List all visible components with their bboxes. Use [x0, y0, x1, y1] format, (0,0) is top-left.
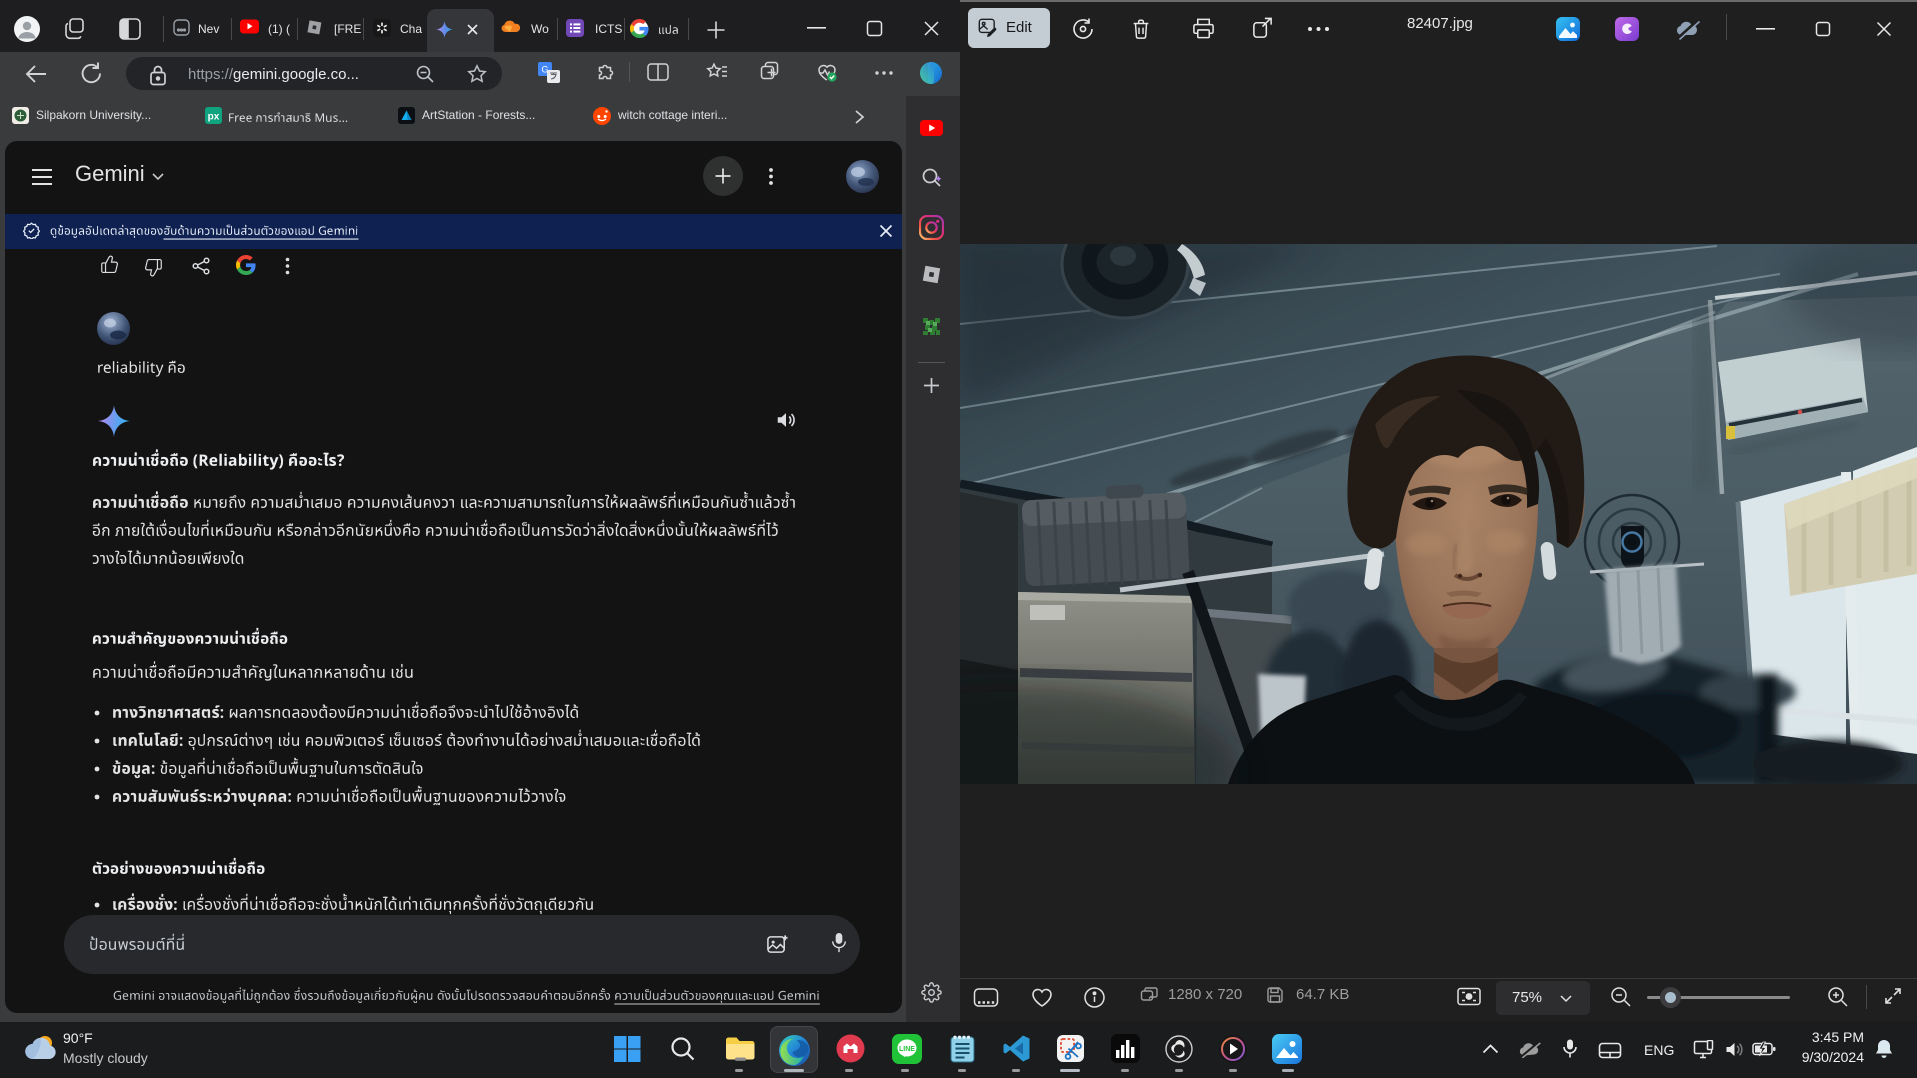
svg-text:px: px: [208, 112, 220, 123]
svg-text:LINE: LINE: [899, 1046, 915, 1053]
